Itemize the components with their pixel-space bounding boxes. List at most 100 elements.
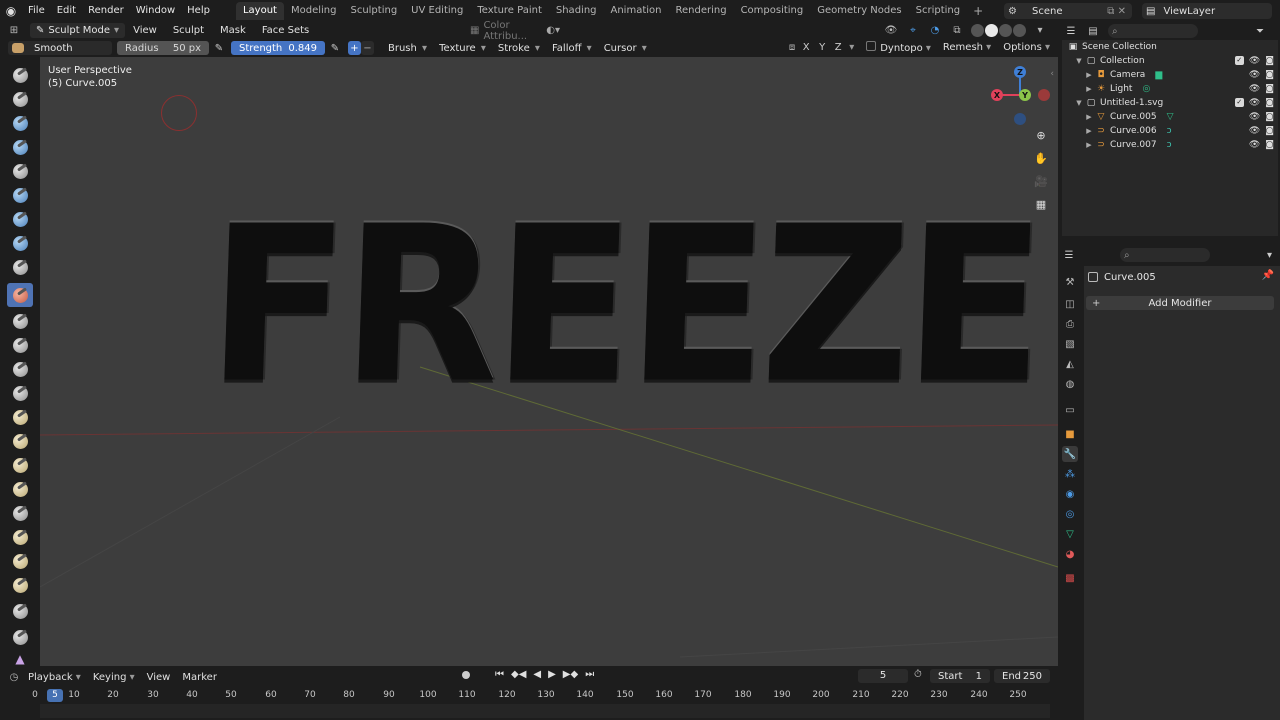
nudge-brush-tool[interactable]	[10, 551, 30, 571]
menu-face-sets[interactable]: Face Sets	[254, 25, 317, 36]
eye-icon[interactable]: 👁	[1249, 126, 1260, 136]
data-tab-icon[interactable]: ▽	[1062, 526, 1078, 542]
dyntopo-checkbox[interactable]	[866, 41, 877, 51]
jump-end-icon[interactable]: ⏭	[585, 669, 594, 680]
brush-menu[interactable]: Brush ▾	[382, 43, 433, 54]
tab-animation[interactable]: Animation	[604, 2, 669, 20]
timeline-view-menu[interactable]: View	[141, 672, 177, 683]
radius-field[interactable]: Radius 50 px	[117, 41, 209, 55]
jump-start-icon[interactable]: ⏮	[495, 669, 504, 680]
display-mode-icon[interactable]: ▤	[1082, 26, 1104, 37]
rotate-brush-tool[interactable]	[10, 575, 30, 595]
subtract-direction-button[interactable]: −	[361, 41, 374, 55]
dyntopo-toggle[interactable]: Dyntopo ▾	[866, 41, 931, 54]
thumb-brush-tool[interactable]	[10, 503, 30, 523]
tab-compositing[interactable]: Compositing	[734, 2, 811, 20]
scene-tab-icon[interactable]: ◭	[1062, 356, 1078, 372]
eye-icon[interactable]: 👁	[1249, 140, 1260, 150]
exclude-checkbox[interactable]: ✓	[1234, 56, 1244, 65]
shading-options-icon[interactable]: ▾	[1032, 23, 1048, 37]
physics-tab-icon[interactable]: ◉	[1062, 486, 1078, 502]
outliner-row-curve-005[interactable]: ▶ ▽ Curve.005 ▽ 👁 ◙	[1062, 110, 1278, 124]
smooth-brush-tool[interactable]	[7, 283, 33, 307]
solid-shading-icon[interactable]	[985, 23, 998, 37]
view-layer-name[interactable]: ViewLayer	[1163, 6, 1215, 17]
record-icon[interactable]	[462, 670, 470, 679]
rendered-shading-icon[interactable]	[1013, 23, 1026, 37]
eye-icon[interactable]: 👁	[1249, 98, 1260, 108]
material-tab-icon[interactable]: ◕	[1062, 546, 1078, 562]
chevron-down-icon[interactable]: ▾	[849, 42, 854, 53]
outliner-row-untitled-svg[interactable]: ▼ ▢ Untitled-1.svg ✓ 👁 ◙	[1062, 96, 1278, 110]
outliner-row-curve-006[interactable]: ▶ ⊃ Curve.006 ↄ 👁 ◙	[1062, 124, 1278, 138]
tab-modeling[interactable]: Modeling	[284, 2, 344, 20]
camera-render-icon[interactable]: ◙	[1265, 126, 1274, 136]
color-attribute-selector[interactable]: ▦ Color Attribu... ◐▾	[470, 20, 560, 42]
current-frame-field[interactable]: 5	[858, 669, 908, 683]
outliner-editor-icon[interactable]: ☰	[1060, 26, 1082, 37]
eye-icon[interactable]: 👁	[1249, 84, 1260, 94]
stroke-menu[interactable]: Stroke ▾	[492, 43, 546, 54]
timeline-track[interactable]	[40, 704, 1050, 718]
scrape-brush-tool[interactable]	[10, 359, 30, 379]
collection-tab-icon[interactable]: ▭	[1062, 402, 1078, 418]
light-data-icon[interactable]: ◎	[1142, 84, 1150, 94]
layer-brush-tool[interactable]	[10, 185, 30, 205]
modifier-tab-icon[interactable]: 🔧	[1062, 446, 1078, 462]
constraints-tab-icon[interactable]: ◎	[1062, 506, 1078, 522]
menu-view[interactable]: View	[125, 25, 165, 36]
zoom-icon[interactable]: ⊕	[1032, 127, 1050, 144]
navigation-gizmo[interactable]: Z X Y	[990, 65, 1050, 125]
tab-shading[interactable]: Shading	[549, 2, 604, 20]
outliner-row-scene-collection[interactable]: ▣ Scene Collection	[1062, 40, 1278, 54]
world-tab-icon[interactable]: ◍	[1062, 376, 1078, 392]
camera-render-icon[interactable]: ◙	[1265, 140, 1274, 150]
tab-sculpting[interactable]: Sculpting	[343, 2, 404, 20]
color-dropdown-icon[interactable]: ◐▾	[546, 25, 560, 36]
playhead-frame-indicator[interactable]: 5	[47, 689, 63, 702]
inflate-brush-tool[interactable]	[10, 209, 30, 229]
gizmo-y-axis[interactable]: Y	[1019, 89, 1031, 101]
menu-help[interactable]: Help	[181, 0, 216, 22]
gizmo-neg-x-axis[interactable]	[1038, 89, 1050, 101]
fill-brush-tool[interactable]	[10, 335, 30, 355]
3d-viewport[interactable]: User Perspective (5) Curve.005 FREEZE Z …	[40, 57, 1058, 666]
pinch-brush-tool[interactable]	[10, 407, 30, 427]
multiplane-scrape-brush-tool[interactable]	[10, 383, 30, 403]
wireframe-shading-icon[interactable]	[971, 23, 984, 37]
sidebar-toggle-icon[interactable]: ‹	[1050, 69, 1054, 79]
expand-triangle-icon[interactable]: ▶	[1084, 127, 1094, 135]
gizmo-x-axis[interactable]: X	[991, 89, 1003, 101]
gizmo-neg-z-axis[interactable]	[1014, 113, 1026, 125]
camera-render-icon[interactable]: ◙	[1265, 112, 1274, 122]
camera-render-icon[interactable]: ◙	[1265, 98, 1274, 108]
camera-render-icon[interactable]: ◙	[1265, 56, 1274, 66]
flatten-brush-tool[interactable]	[10, 311, 30, 331]
playback-menu[interactable]: Playback ▾	[22, 672, 87, 683]
exclude-checkbox[interactable]: ✓	[1234, 98, 1244, 107]
outliner-row-camera[interactable]: ▶ ◘ Camera ▆ 👁 ◙	[1062, 68, 1278, 82]
options-menu[interactable]: Options ▾	[1003, 42, 1050, 53]
expand-triangle-icon[interactable]: ▶	[1084, 141, 1094, 149]
tab-uv-editing[interactable]: UV Editing	[404, 2, 470, 20]
curve-data-icon[interactable]: ↄ	[1167, 140, 1172, 150]
eye-icon[interactable]: 👁	[1249, 56, 1260, 66]
particles-tab-icon[interactable]: ⁂	[1062, 466, 1078, 482]
camera-render-icon[interactable]: ◙	[1265, 84, 1274, 94]
elastic-deform-brush-tool[interactable]	[10, 455, 30, 475]
timeline-editor-icon[interactable]: ◷	[6, 670, 22, 684]
menu-file[interactable]: File	[22, 0, 51, 22]
keying-menu[interactable]: Keying ▾	[87, 672, 141, 683]
view-layer-tab-icon[interactable]: ▧	[1062, 336, 1078, 352]
scene-selector[interactable]: ⚙ Scene ⧉ ✕	[1004, 3, 1132, 19]
blob-brush-tool[interactable]	[10, 233, 30, 253]
remesh-menu[interactable]: Remesh ▾	[943, 42, 991, 53]
expand-triangle-icon[interactable]: ▶	[1084, 113, 1094, 121]
render-tab-icon[interactable]: ◫	[1062, 296, 1078, 312]
chevron-down-icon[interactable]: ▾	[1267, 250, 1272, 261]
camera-data-icon[interactable]: ▆	[1155, 70, 1162, 80]
menu-edit[interactable]: Edit	[51, 0, 82, 22]
perspective-grid-icon[interactable]: ▦	[1032, 196, 1050, 213]
outliner-row-light[interactable]: ▶ ☀ Light ◎ 👁 ◙	[1062, 82, 1278, 96]
output-tab-icon[interactable]: ⎙	[1062, 316, 1078, 332]
